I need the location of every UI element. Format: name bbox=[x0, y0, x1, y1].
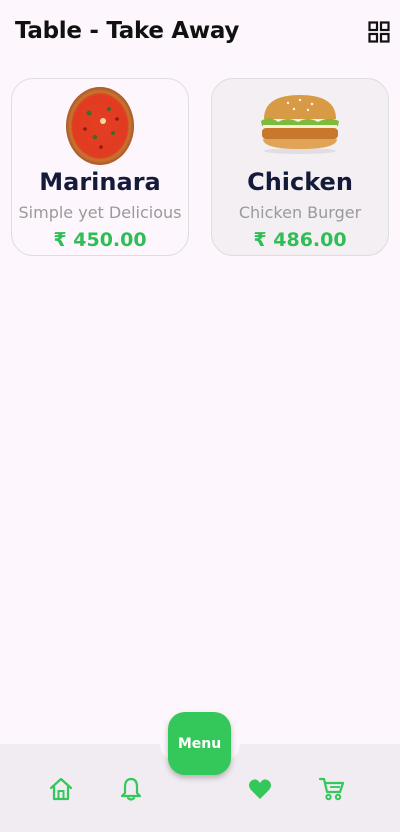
product-description: Simple yet Delicious bbox=[18, 203, 182, 222]
menu-button[interactable]: Menu bbox=[168, 712, 231, 775]
product-card-marinara[interactable]: Marinara Simple yet Delicious ₹ 450.00 bbox=[11, 78, 189, 256]
page-title: Table - Take Away bbox=[15, 18, 240, 44]
product-name: Marinara bbox=[39, 168, 161, 196]
product-description: Chicken Burger bbox=[238, 203, 362, 222]
burger-image bbox=[261, 95, 339, 154]
product-card-chicken[interactable]: Chicken Chicken Burger ₹ 486.00 bbox=[211, 78, 389, 256]
pizza-image bbox=[66, 87, 134, 165]
cart-icon[interactable] bbox=[319, 776, 345, 802]
bell-icon[interactable] bbox=[118, 776, 144, 802]
product-price: ₹ 486.00 bbox=[253, 229, 347, 251]
heart-icon[interactable] bbox=[247, 776, 273, 802]
product-price: ₹ 450.00 bbox=[53, 229, 147, 251]
grid-view-icon[interactable] bbox=[368, 21, 390, 43]
app-bar: Table - Take Away bbox=[0, 0, 400, 66]
product-name: Chicken bbox=[247, 168, 353, 196]
home-icon[interactable] bbox=[48, 776, 74, 802]
